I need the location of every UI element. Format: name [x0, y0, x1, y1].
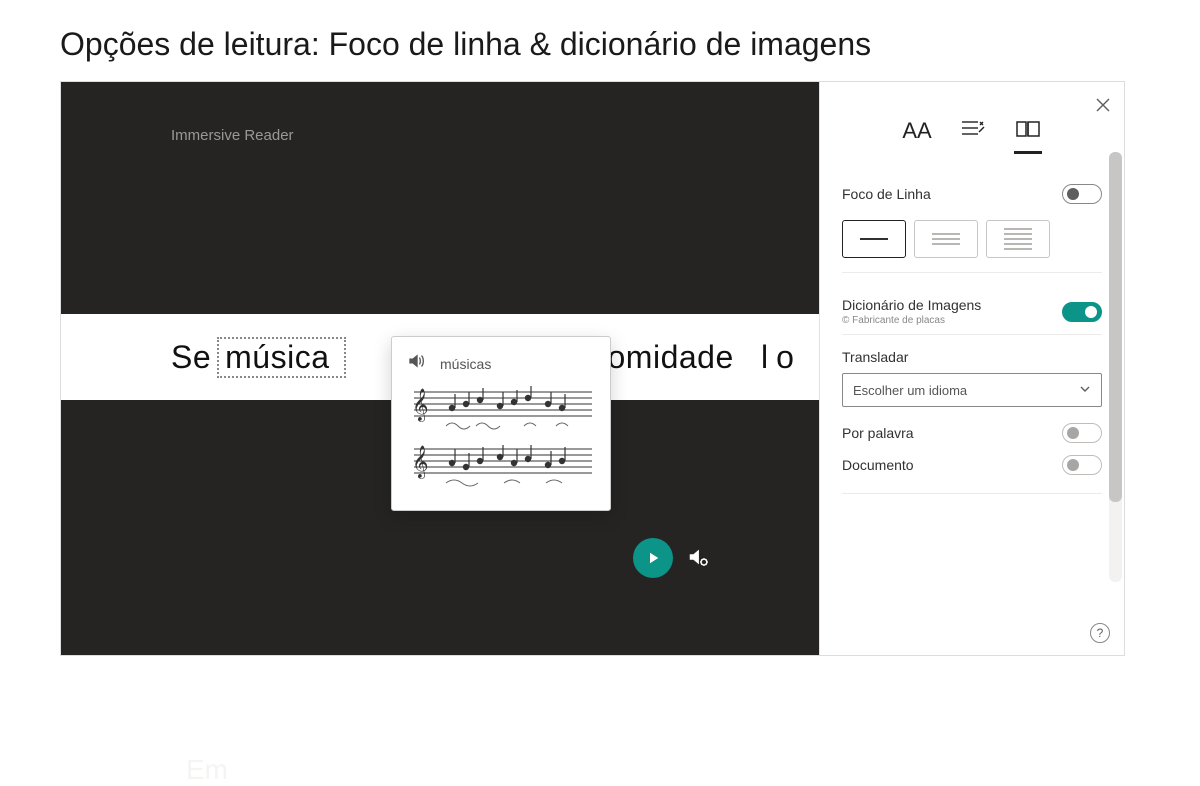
- music-staff-image: 𝄞: [406, 386, 596, 437]
- svg-text:𝄞: 𝄞: [412, 446, 429, 479]
- help-icon[interactable]: ?: [1090, 623, 1110, 643]
- document-toggle[interactable]: [1062, 455, 1102, 475]
- options-tabs: AA: [820, 82, 1124, 166]
- picture-dictionary-hint: © Fabricante de placas: [842, 315, 981, 326]
- document-label: Documento: [842, 457, 914, 473]
- tab-grammar-options[interactable]: [960, 118, 986, 154]
- picture-dictionary-popup: músicas 𝄞 𝄞: [391, 336, 611, 511]
- tab-reading-preferences[interactable]: [1014, 118, 1042, 154]
- page-title: Opções de leitura: Foco de linha & dicio…: [0, 0, 1200, 81]
- focus-word-selected: música: [225, 339, 329, 375]
- by-word-toggle[interactable]: [1062, 423, 1102, 443]
- reading-options-panel: AA Foco de Linha: [819, 82, 1124, 655]
- dimmed-word: Em: [186, 754, 228, 786]
- popup-word-label: músicas: [440, 356, 491, 372]
- translate-language-select[interactable]: Escolher um idioma: [842, 373, 1102, 407]
- dimmed-top: Immersive Reader: [61, 82, 821, 314]
- selected-word-box[interactable]: música: [217, 337, 345, 378]
- picture-dictionary-toggle[interactable]: [1062, 302, 1102, 322]
- line-focus-label: Foco de Linha: [842, 186, 931, 202]
- close-icon[interactable]: [1096, 96, 1110, 117]
- audio-settings-icon[interactable]: [687, 546, 709, 573]
- focus-one-line-button[interactable]: [842, 220, 906, 258]
- focus-five-line-button[interactable]: [986, 220, 1050, 258]
- svg-text:𝄞: 𝄞: [412, 389, 429, 422]
- focus-three-line-button[interactable]: [914, 220, 978, 258]
- music-staff-image: 𝄞: [406, 443, 596, 494]
- play-button[interactable]: [633, 538, 673, 578]
- by-word-label: Por palavra: [842, 425, 914, 441]
- chevron-down-icon: [1079, 383, 1091, 398]
- speaker-icon[interactable]: [406, 351, 426, 376]
- scrollbar-thumb[interactable]: [1109, 152, 1122, 502]
- tab-text-preferences[interactable]: AA: [902, 118, 931, 154]
- select-placeholder: Escolher um idioma: [853, 383, 967, 398]
- line-focus-toggle[interactable]: [1062, 184, 1102, 204]
- focus-word[interactable]: Se: [171, 339, 211, 376]
- picture-dictionary-label: Dicionário de Imagens: [842, 297, 981, 313]
- focus-word[interactable]: lo: [761, 339, 802, 376]
- reader-area: Immersive Reader Se música comidade lo E…: [61, 82, 821, 655]
- immersive-reader-app: Immersive Reader Se música comidade lo E…: [60, 81, 1125, 656]
- panel-body: Foco de Linha Dicionário de Imagens © Fa…: [820, 166, 1124, 494]
- translate-label: Transladar: [842, 349, 1102, 365]
- focus-word[interactable]: comidade: [591, 339, 734, 376]
- line-focus-width-segmented: [842, 220, 1102, 258]
- immersive-reader-label: Immersive Reader: [171, 127, 294, 144]
